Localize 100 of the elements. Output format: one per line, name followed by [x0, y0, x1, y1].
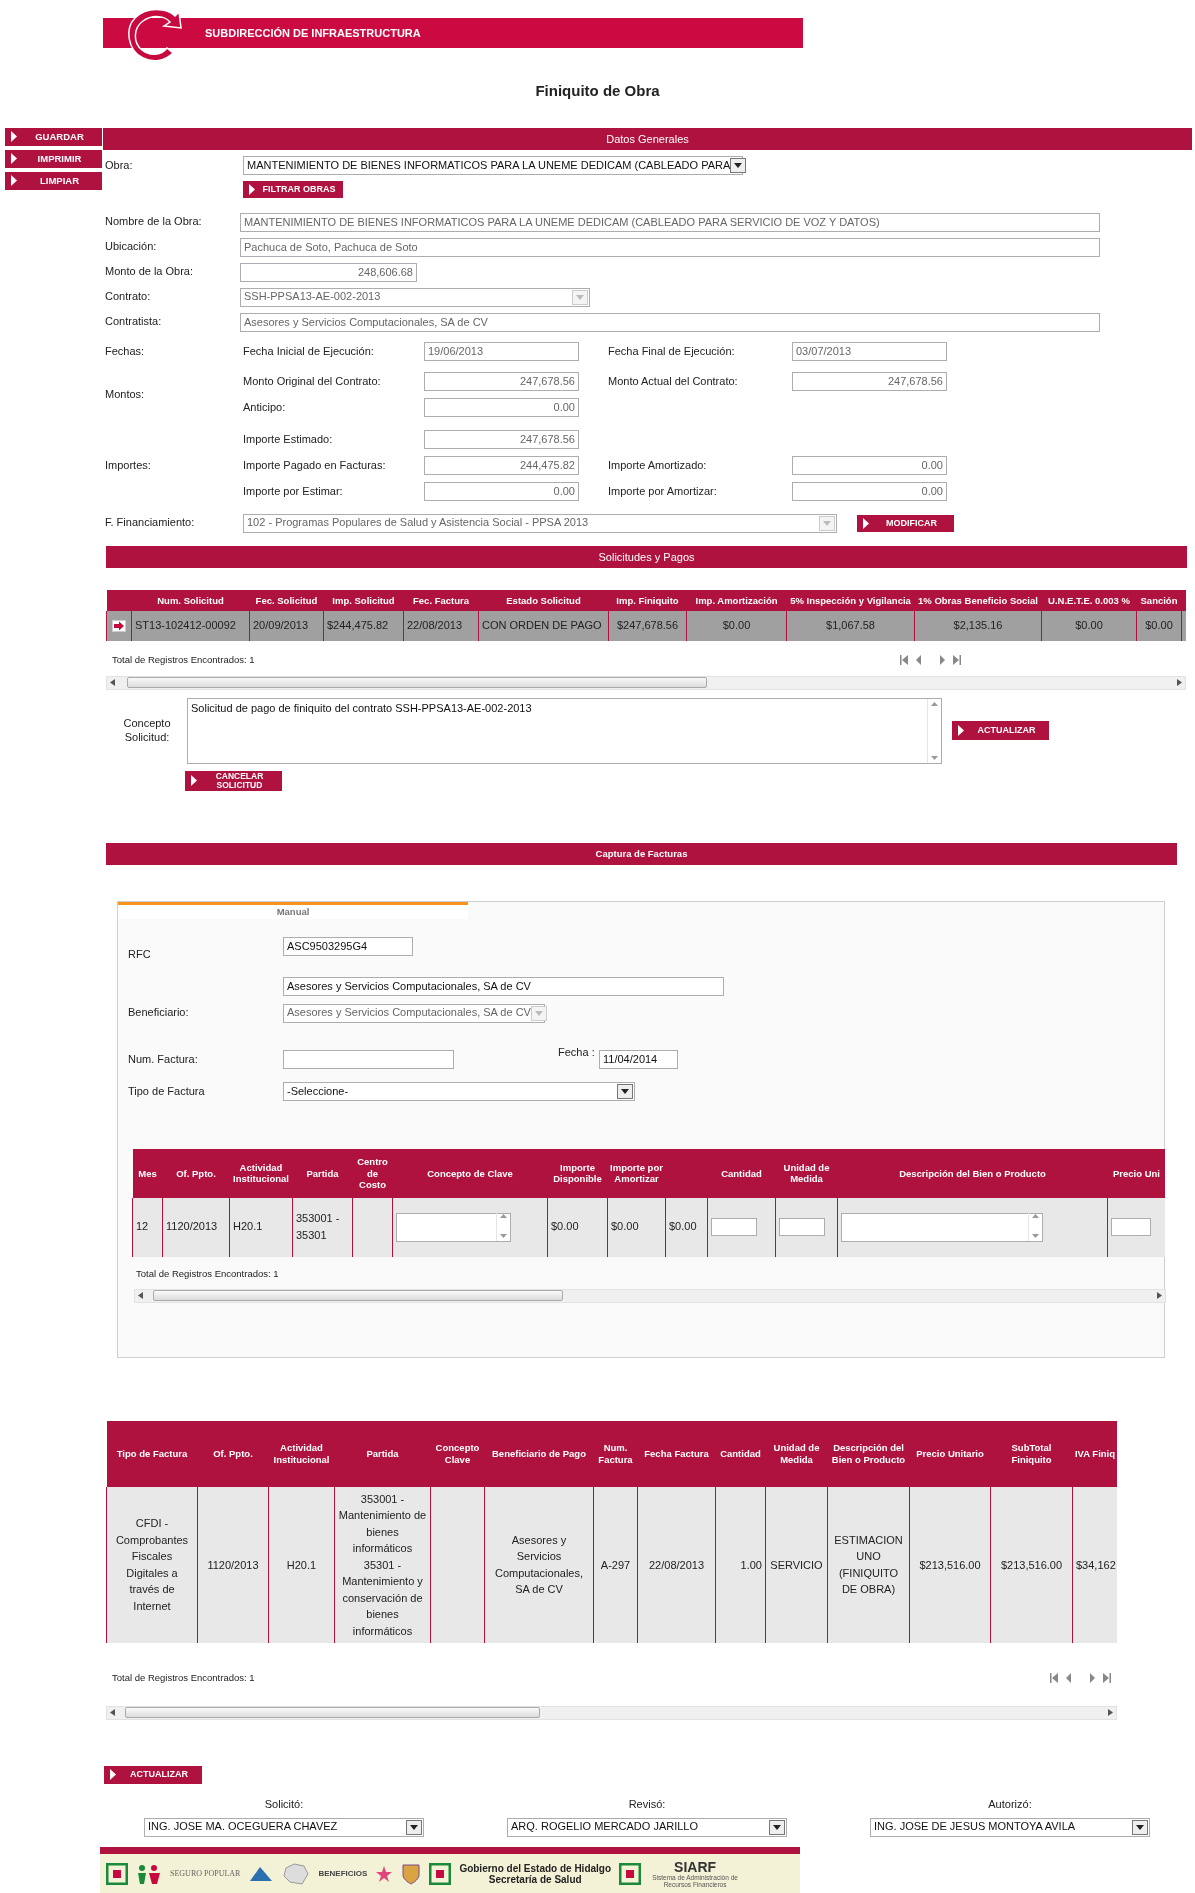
dropdown[interactable]: ARQ. ROGELIO MERCADO JARILLO — [507, 1817, 787, 1837]
input-field[interactable]: 0.00 — [792, 482, 947, 502]
input-field[interactable] — [779, 1218, 825, 1237]
dropdown[interactable]: -Seleccione- — [283, 1082, 635, 1102]
input-field[interactable]: 03/07/2013 — [792, 342, 947, 362]
input-field[interactable] — [711, 1218, 757, 1237]
input-field[interactable]: 19/06/2013 — [424, 342, 579, 362]
column-header: Tipo de Factura — [106, 1420, 198, 1487]
column-header: Beneficiario de Pago — [484, 1420, 594, 1487]
sidebar-button[interactable]: IMPRIMIR — [5, 149, 102, 168]
column-header: Mes — [132, 1148, 163, 1198]
table-cell: $2,135.16 — [914, 610, 1042, 641]
emblem-icon — [106, 1863, 128, 1885]
column-header: Descripción del Bien o Producto — [837, 1148, 1108, 1198]
last-page-icon[interactable] — [1102, 1672, 1112, 1683]
next-page-icon[interactable] — [937, 654, 947, 665]
input-field[interactable]: 0.00 — [792, 456, 947, 476]
table-cell: 20/09/2013 — [249, 610, 324, 641]
table-cell: H20.1 — [229, 1197, 293, 1257]
text-area[interactable] — [841, 1212, 1043, 1242]
input-field[interactable]: 247,678.56 — [424, 372, 579, 392]
cancel-button[interactable]: CANCELAR SOLICITUD — [185, 770, 282, 791]
sidebar-button[interactable]: GUARDAR — [5, 127, 102, 146]
table-cell: $34,162 — [1072, 1486, 1117, 1643]
next-page-icon[interactable] — [1087, 1672, 1097, 1683]
input-field[interactable]: 244,475.82 — [424, 456, 579, 476]
column-header: Actividad Institucional — [268, 1420, 335, 1487]
input-field[interactable]: Asesores y Servicios Computacionales, SA de CV — [283, 977, 724, 997]
column-header: Estado Solicitud — [478, 589, 609, 611]
scroll-right-icon[interactable] — [1177, 679, 1182, 687]
update-button[interactable]: ACTUALIZAR — [104, 1765, 202, 1784]
dropdown[interactable]: ING. JOSE MA. OCEGUERA CHAVEZ — [144, 1817, 424, 1837]
scroll-right-icon[interactable] — [1157, 1292, 1162, 1300]
scroll-up-icon[interactable] — [500, 1213, 507, 1218]
input-field[interactable]: Asesores y Servicios Computacionales, SA de CV — [240, 312, 1100, 332]
field-label: Fecha : — [558, 1045, 596, 1060]
column-header: Unidad de Medida — [775, 1148, 838, 1198]
previous-page-icon[interactable] — [1064, 1672, 1074, 1683]
modify-button[interactable]: MODIFICAR — [857, 514, 954, 532]
department-name: Secretaría de Salud — [487, 1874, 582, 1885]
field-label: Obra: — [104, 158, 134, 173]
scroll-down-icon[interactable] — [1032, 1233, 1039, 1238]
field-label: Importes: — [104, 458, 152, 473]
column-header: IVA Finiq — [1072, 1420, 1117, 1487]
table-cell: ESTIMACION UNO (FINIQUITO DE OBRA) — [827, 1486, 910, 1643]
field-label: Importe Pagado en Facturas: — [242, 458, 387, 473]
scroll-down-icon[interactable] — [500, 1233, 507, 1238]
scroll-left-icon[interactable] — [110, 679, 115, 687]
triangle-icon — [110, 1769, 116, 1781]
dropdown[interactable]: ING. JOSE DE JESUS MONTOYA AVILA — [870, 1817, 1150, 1837]
text-area[interactable] — [396, 1212, 511, 1242]
table-cell: 22/08/2013 — [637, 1486, 716, 1643]
text-area[interactable]: Solicitud de pago de finiquito del contrato SSH-PPSA13-AE-002-2013 — [187, 697, 942, 764]
column-header: Concepto de Clave — [392, 1148, 548, 1198]
input-field[interactable]: 11/04/2014 — [599, 1050, 678, 1070]
input-field[interactable]: 247,678.56 — [792, 372, 947, 392]
input-field[interactable]: 0.00 — [424, 398, 579, 418]
last-page-icon[interactable] — [952, 654, 962, 665]
record-count: Total de Registros Encontrados: 1 — [136, 1266, 280, 1281]
first-page-icon[interactable] — [1049, 1672, 1059, 1683]
scroll-right-icon[interactable] — [1108, 1709, 1113, 1717]
dropdown[interactable]: MANTENIMIENTO DE BIENES INFORMATICOS PARA LA UNEME DEDICAM (CABLEADO PARA — [243, 156, 743, 176]
horizontal-scrollbar[interactable] — [106, 1705, 1117, 1720]
table-cell: 1120/2013 — [197, 1486, 269, 1643]
previous-page-icon[interactable] — [914, 654, 924, 665]
field-label: Monto Original del Contrato: — [242, 374, 382, 389]
input-field[interactable]: 247,678.56 — [424, 430, 579, 450]
logo-text: BENEFICIOS — [318, 1869, 368, 1879]
caret-icon — [621, 1089, 629, 1095]
header-title: SUBDIRECCIÓN DE INFRAESTRUCTURA — [205, 26, 421, 41]
input-field[interactable]: MANTENIMIENTO DE BIENES INFORMATICOS PARA LA UNEME DEDICAM (CABLEADO PARA SERVICIO DE VOZ Y DATOS) — [240, 212, 1100, 232]
table-cell: Asesores y Servicios Computacionales, SA de CV — [484, 1486, 594, 1643]
input-field[interactable]: 0.00 — [424, 482, 579, 502]
sidebar-button[interactable]: LIMPIAR — [5, 171, 102, 190]
column-header: Of. Ppto. — [162, 1148, 230, 1198]
update-button[interactable]: ACTUALIZAR — [952, 721, 1049, 741]
horizontal-scrollbar[interactable] — [134, 1288, 1166, 1303]
input-field[interactable]: 248,606.68 — [240, 262, 417, 282]
input-field[interactable] — [283, 1050, 454, 1070]
scroll-up-icon[interactable] — [931, 701, 938, 706]
caret-icon — [823, 520, 831, 526]
filter-button[interactable]: FILTRAR OBRAS — [243, 180, 343, 198]
input-field[interactable]: ASC9503295G4 — [283, 937, 413, 957]
scroll-up-icon[interactable] — [1032, 1213, 1039, 1218]
horizontal-scrollbar[interactable] — [106, 675, 1186, 690]
input-field[interactable]: Pachuca de Soto, Pachuca de Soto — [240, 237, 1100, 257]
column-header: Num. Factura — [593, 1420, 638, 1487]
table-cell: $0.00 — [686, 610, 787, 641]
first-page-icon[interactable] — [899, 654, 909, 665]
table-cell: $0.00 — [665, 1197, 708, 1257]
emblem-icon — [429, 1863, 452, 1885]
field-label: Fecha Final de Ejecución: — [608, 344, 736, 359]
field-label: F. Financiamiento: — [104, 516, 196, 531]
table-cell: 22/08/2013 — [403, 610, 479, 641]
scroll-left-icon[interactable] — [110, 1709, 115, 1717]
input-field[interactable] — [1111, 1218, 1151, 1237]
tab[interactable]: Manual — [118, 901, 468, 919]
column-header: Importe Disponible — [547, 1148, 608, 1198]
scroll-left-icon[interactable] — [138, 1292, 143, 1300]
scroll-down-icon[interactable] — [931, 755, 938, 760]
